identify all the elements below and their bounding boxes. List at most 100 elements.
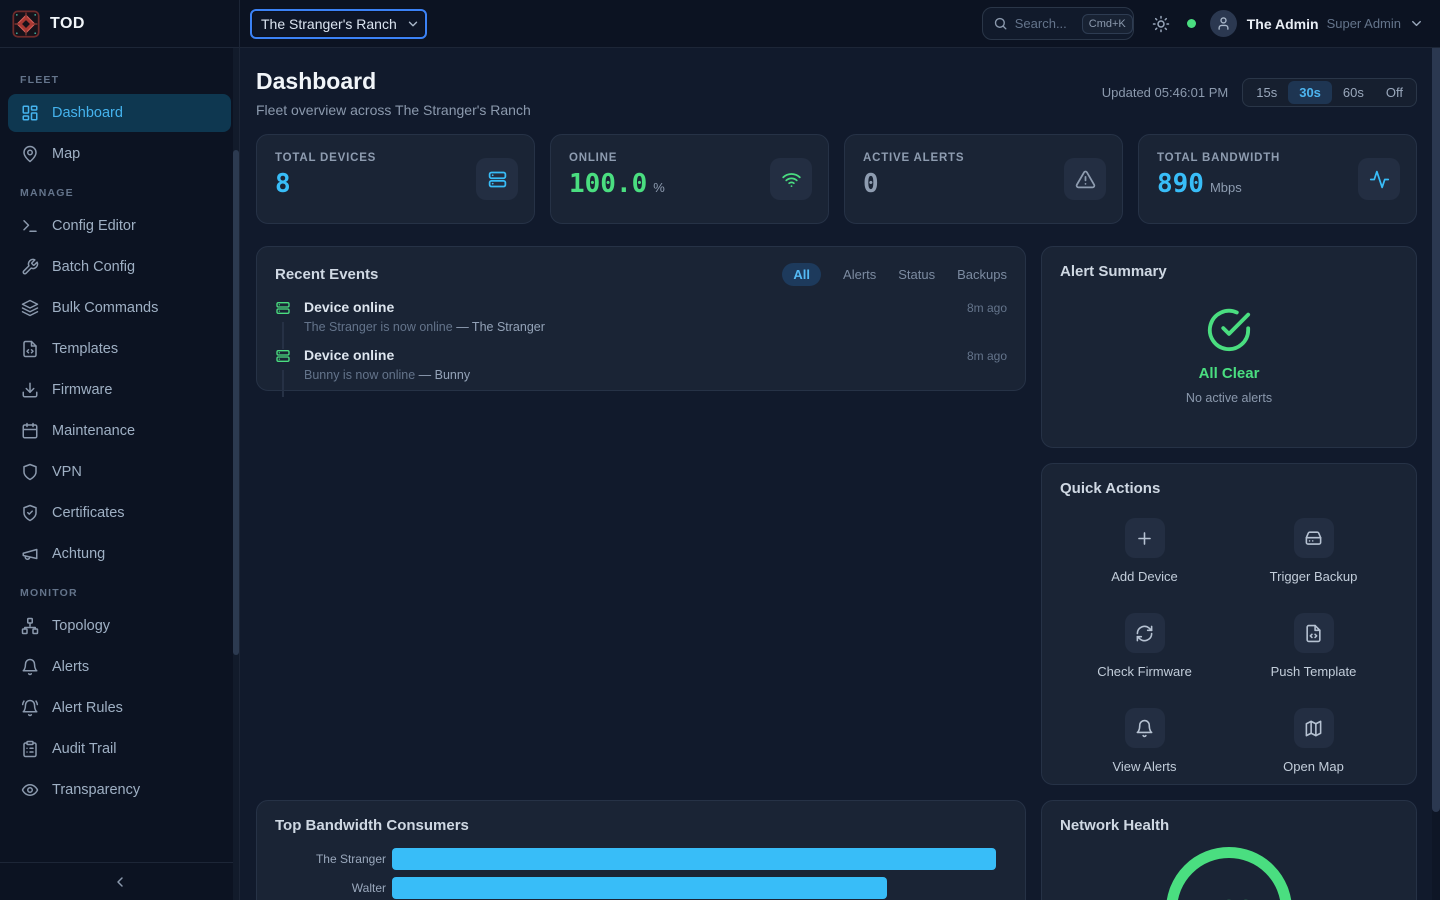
sidebar-item-batch-config[interactable]: Batch Config (8, 248, 231, 286)
check-circle-icon (1206, 307, 1252, 353)
sidebar-collapse-button[interactable] (0, 862, 239, 900)
fleet-selector[interactable]: The Stranger's Ranch (250, 9, 427, 39)
bandwidth-row: The Stranger (275, 848, 1007, 870)
sidebar-item-topology[interactable]: Topology (8, 607, 231, 645)
quick-action-label: Check Firmware (1097, 664, 1192, 679)
stat-card-total-bandwidth: TOTAL BANDWIDTH 890 Mbps (1138, 134, 1417, 224)
bandwidth-bar (392, 848, 996, 870)
filter-alerts[interactable]: Alerts (843, 267, 876, 282)
sidebar-item-transparency[interactable]: Transparency (8, 771, 231, 809)
avatar[interactable] (1210, 10, 1237, 37)
sidebar-item-config-editor[interactable]: Config Editor (8, 207, 231, 245)
search-box[interactable]: Cmd+K (982, 7, 1134, 40)
connection-status-dot (1187, 19, 1196, 28)
sidebar-item-templates[interactable]: Templates (8, 330, 231, 368)
fleet-selector-wrap: The Stranger's Ranch (250, 9, 427, 39)
stat-cards: TOTAL DEVICES 8 ONLINE 100.0 % (256, 134, 1417, 224)
stat-value: 0 (863, 171, 879, 197)
topbar: TOD The Stranger's Ranch Cmd+K (0, 0, 1440, 48)
bandwidth-device-label: Walter (275, 881, 386, 895)
stat-value: 890 (1157, 171, 1204, 197)
sidebar-item-label: Alert Rules (52, 700, 123, 716)
tod-logo-icon (12, 10, 40, 38)
theme-toggle-button[interactable] (1152, 15, 1170, 33)
network-icon (21, 617, 39, 635)
search-icon (993, 16, 1008, 31)
sidebar-scrollbar-thumb[interactable] (233, 150, 239, 655)
sidebar-item-label: Alerts (52, 659, 89, 675)
sidebar-section-fleet: FLEET (20, 74, 219, 86)
alert-triangle-icon (1064, 158, 1106, 200)
download-icon (21, 381, 39, 399)
sidebar-item-label: Firmware (52, 382, 112, 398)
event-time: 8m ago (967, 349, 1007, 363)
sidebar-item-label: Transparency (52, 782, 140, 798)
activity-icon (1358, 158, 1400, 200)
sidebar-section-manage: MANAGE (20, 187, 219, 199)
layout-dashboard-icon (21, 104, 39, 122)
event-row[interactable]: Device online 8m ago The Stranger is now… (275, 299, 1007, 334)
file-code-icon (1294, 613, 1334, 653)
sidebar-item-bulk-commands[interactable]: Bulk Commands (8, 289, 231, 327)
refresh-off-button[interactable]: Off (1375, 81, 1414, 104)
event-title: Device online (304, 347, 394, 363)
sidebar-item-label: Dashboard (52, 105, 123, 121)
refresh-60s-button[interactable]: 60s (1332, 81, 1375, 104)
network-health-panel: Network Health 100 (1041, 800, 1417, 900)
add-device-button[interactable]: Add Device (1060, 518, 1229, 584)
dashboard-grid: Recent Events All Alerts Status Backups … (256, 246, 1417, 900)
open-map-button[interactable]: Open Map (1229, 708, 1398, 774)
chevron-left-icon (112, 874, 128, 890)
sidebar-item-vpn[interactable]: VPN (8, 453, 231, 491)
trigger-backup-button[interactable]: Trigger Backup (1229, 518, 1398, 584)
refresh-icon (1125, 613, 1165, 653)
sidebar-item-maintenance[interactable]: Maintenance (8, 412, 231, 450)
sidebar-item-alert-rules[interactable]: Alert Rules (8, 689, 231, 727)
sidebar-item-dashboard[interactable]: Dashboard (8, 94, 231, 132)
clipboard-list-icon (21, 740, 39, 758)
quick-action-label: Add Device (1111, 569, 1177, 584)
right-column: Alert Summary All Clear No active alerts… (1041, 246, 1417, 785)
bell-icon (21, 658, 39, 676)
sidebar-item-certificates[interactable]: Certificates (8, 494, 231, 532)
user-role: Super Admin (1327, 16, 1401, 31)
push-template-button[interactable]: Push Template (1229, 613, 1398, 679)
plus-icon (1125, 518, 1165, 558)
sidebar-item-firmware[interactable]: Firmware (8, 371, 231, 409)
bandwidth-device-label: The Stranger (275, 852, 386, 866)
bandwidth-chart: The Stranger Walter (275, 848, 1007, 899)
updated-timestamp: Updated 05:46:01 PM (1102, 85, 1228, 100)
sidebar-item-label: Certificates (52, 505, 125, 521)
page-header: Dashboard Fleet overview across The Stra… (256, 68, 1417, 118)
sidebar-item-audit-trail[interactable]: Audit Trail (8, 730, 231, 768)
event-title: Device online (304, 299, 394, 315)
search-input[interactable] (1015, 16, 1075, 31)
map-icon (1294, 708, 1334, 748)
event-row[interactable]: Device online 8m ago Bunny is now online… (275, 347, 1007, 382)
search-shortcut-badge: Cmd+K (1082, 14, 1133, 34)
app-window: TOD The Stranger's Ranch Cmd+K (0, 0, 1440, 900)
sidebar-item-achtung[interactable]: Achtung (8, 535, 231, 573)
refresh-15s-button[interactable]: 15s (1245, 81, 1288, 104)
filter-all[interactable]: All (782, 263, 821, 286)
eye-icon (21, 781, 39, 799)
calendar-icon (21, 422, 39, 440)
filter-backups[interactable]: Backups (957, 267, 1007, 282)
refresh-30s-button[interactable]: 30s (1288, 81, 1332, 104)
chevron-down-icon (1409, 16, 1424, 31)
recent-events-title: Recent Events (275, 266, 378, 283)
sidebar-item-map[interactable]: Map (8, 135, 231, 173)
sidebar-item-alerts[interactable]: Alerts (8, 648, 231, 686)
view-alerts-button[interactable]: View Alerts (1060, 708, 1229, 774)
event-time: 8m ago (967, 301, 1007, 315)
user-menu-button[interactable] (1409, 16, 1424, 31)
quick-actions-title: Quick Actions (1060, 480, 1160, 497)
brand-name: TOD (50, 15, 85, 33)
quick-action-label: Push Template (1271, 664, 1357, 679)
event-filters: All Alerts Status Backups (782, 263, 1007, 286)
filter-status[interactable]: Status (898, 267, 935, 282)
page-scrollbar-thumb[interactable] (1432, 6, 1440, 812)
check-firmware-button[interactable]: Check Firmware (1060, 613, 1229, 679)
quick-action-label: Trigger Backup (1270, 569, 1358, 584)
sidebar-item-label: Bulk Commands (52, 300, 158, 316)
